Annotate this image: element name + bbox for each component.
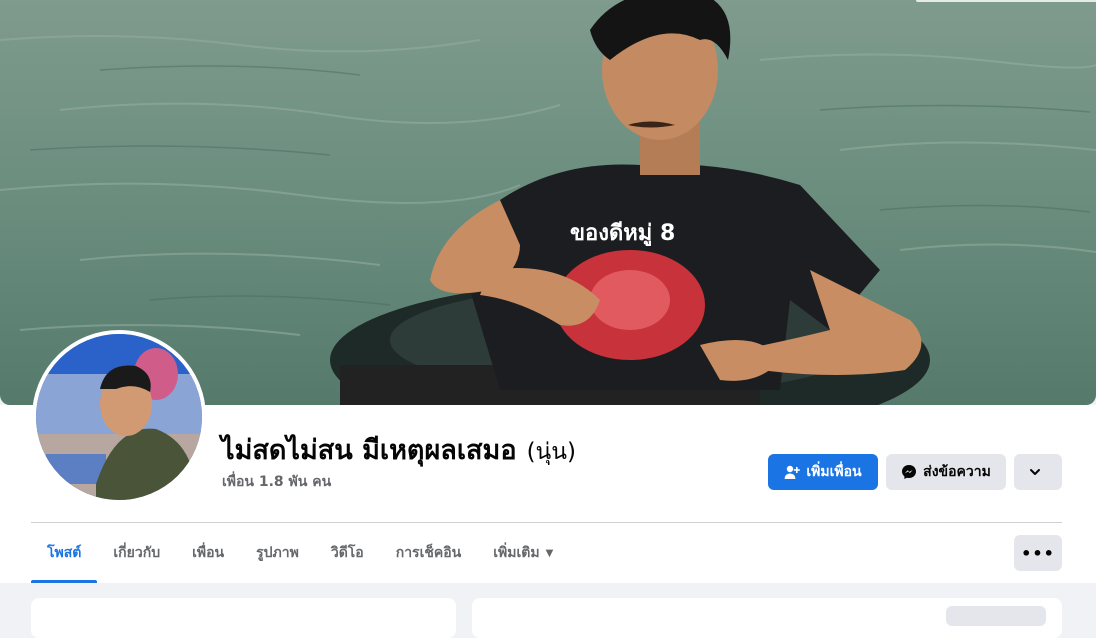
friends-count[interactable]: เพื่อน 1.8 พัน คน <box>222 471 331 493</box>
more-dots-icon: ••• <box>1021 543 1055 563</box>
avatar-image <box>36 334 202 500</box>
tab-about[interactable]: เกี่ยวกับ <box>97 523 176 583</box>
profile-tabs: โพสต์ เกี่ยวกับ เพื่อน รูปภาพ วิดีโอ การ… <box>31 523 569 583</box>
tab-videos[interactable]: วิดีโอ <box>315 523 380 583</box>
tab-photos-label: รูปภาพ <box>256 545 299 561</box>
tab-posts-label: โพสต์ <box>47 545 82 561</box>
caret-down-icon: ▼ <box>545 547 554 559</box>
tab-checkins[interactable]: การเช็คอิน <box>380 523 478 583</box>
profile-avatar[interactable] <box>32 330 206 504</box>
add-friend-icon <box>784 465 801 479</box>
profile-name-row: ไม่สดไม่สน มีเหตุผลเสมอ (นุ่น) <box>221 428 576 471</box>
add-friend-button[interactable]: เพิ่มเพื่อน <box>768 454 878 490</box>
tab-checkins-label: การเช็คอิน <box>395 545 462 561</box>
intro-card <box>31 598 456 638</box>
chevron-down-icon <box>1030 469 1040 475</box>
messenger-icon <box>902 465 917 479</box>
tab-videos-label: วิดีโอ <box>330 545 364 561</box>
profile-name[interactable]: ไม่สดไม่สน มีเหตุผลเสมอ <box>221 428 517 471</box>
filters-button[interactable] <box>946 606 1046 626</box>
tab-more[interactable]: เพิ่มเติม ▼ <box>477 523 569 583</box>
tab-about-label: เกี่ยวกับ <box>113 545 161 561</box>
tab-more-label: เพิ่มเติม <box>493 545 540 561</box>
tab-friends-label: เพื่อน <box>192 545 225 561</box>
message-button[interactable]: ส่งข้อความ <box>886 454 1006 490</box>
tabs-more-options-button[interactable]: ••• <box>1014 535 1062 571</box>
profile-nickname: (นุ่น) <box>526 439 576 465</box>
tab-posts[interactable]: โพสต์ <box>31 523 98 583</box>
message-label: ส่งข้อความ <box>923 464 991 480</box>
profile-more-button[interactable] <box>1014 454 1062 490</box>
cover-shirt-text: ของดีหมู่ 8 <box>570 221 675 247</box>
tab-photos[interactable]: รูปภาพ <box>240 523 315 583</box>
add-friend-label: เพิ่มเพื่อน <box>806 464 862 480</box>
tab-friends[interactable]: เพื่อน <box>176 523 240 583</box>
cover-edit-area <box>916 0 1096 2</box>
